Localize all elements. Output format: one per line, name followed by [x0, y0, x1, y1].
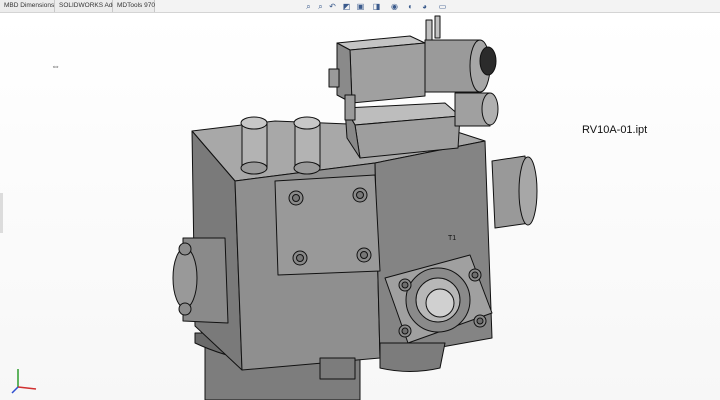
model-name-label: RV10A-01.ipt [582, 124, 648, 136]
zoom-to-area-icon[interactable]: ⌕ [315, 1, 326, 12]
solenoid-front [349, 42, 426, 104]
tab-mdtools[interactable]: MDTools 970 [113, 0, 155, 12]
apply-scene-icon[interactable]: ◕ [419, 1, 430, 12]
fitting-right [294, 122, 321, 169]
hide-show-items-icon[interactable]: ◉ [389, 1, 400, 12]
previous-view-icon[interactable]: ↶ [327, 1, 338, 12]
fitting-left [241, 122, 268, 169]
tab-mbd-dimensions[interactable]: MBD Dimensions [0, 0, 55, 12]
bottom-port-boss [379, 342, 446, 372]
tab-solidworks-add-ins[interactable]: SOLIDWORKS Add-Ins [55, 0, 127, 12]
valve-block-model[interactable] [0, 13, 720, 400]
view-settings-icon[interactable]: ▭ [437, 1, 448, 12]
edit-appearance-icon[interactable]: ◐ [405, 1, 416, 12]
solenoid-knurled-nut [479, 46, 497, 76]
heads-up-view-toolbar: ⌕ ⌕ ↶ ◩ ▣ ◨ ◉ ◐ ◕ ▭ [303, 1, 453, 12]
port-engraving-label: T1 [448, 235, 457, 242]
section-view-icon[interactable]: ◩ [341, 1, 352, 12]
zoom-to-fit-icon[interactable]: ⌕ [303, 1, 314, 12]
display-style-icon[interactable]: ◨ [371, 1, 382, 12]
graphics-area[interactable]: ⇔ T1 RV10A-01.ipt [0, 13, 720, 400]
view-orientation-icon[interactable]: ▣ [355, 1, 366, 12]
reference-triad-icon [11, 369, 37, 394]
